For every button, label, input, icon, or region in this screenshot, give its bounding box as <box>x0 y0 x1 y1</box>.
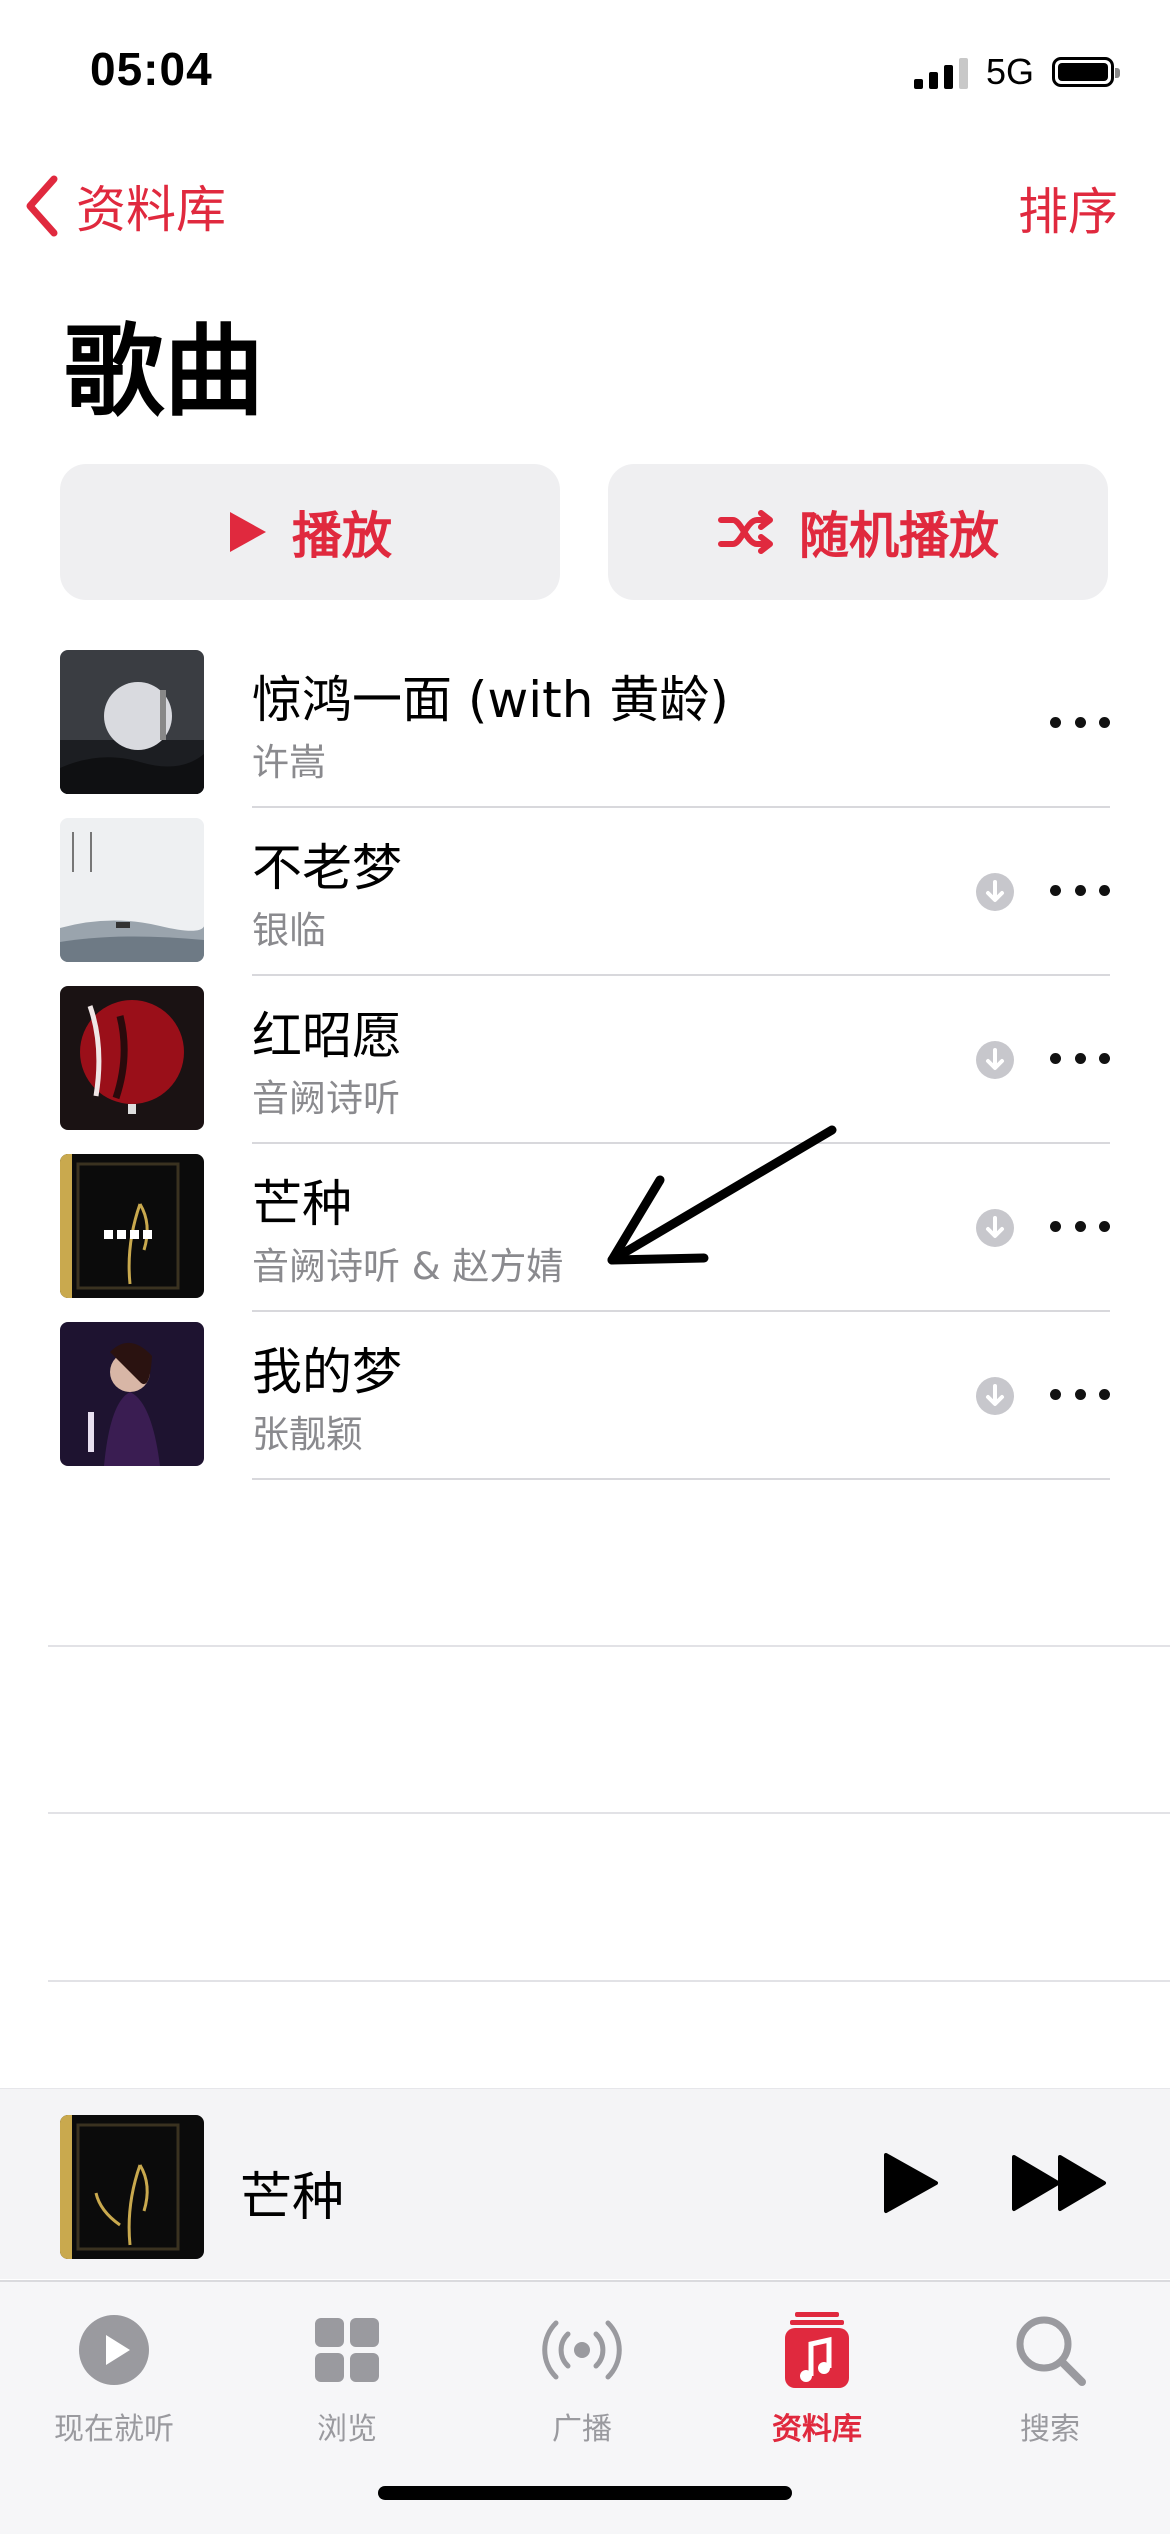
song-title: 芒种 <box>252 1175 352 1233</box>
shuffle-label: 随机播放 <box>799 507 999 565</box>
album-art <box>60 650 204 794</box>
network-type: 5G <box>985 51 1034 92</box>
more-options-icon[interactable] <box>1050 702 1110 742</box>
radio-icon <box>542 2320 622 2380</box>
song-artist: 音阙诗听 <box>252 1077 400 1120</box>
now-playing-title: 芒种 <box>240 2168 345 2228</box>
empty-row-divider <box>48 1812 1170 1814</box>
battery-icon <box>1052 57 1120 87</box>
album-art <box>60 1322 204 1466</box>
tab-label: 搜索 <box>1020 2412 1080 2447</box>
play-icon[interactable] <box>880 2151 940 2215</box>
back-label: 资料库 <box>76 181 226 239</box>
song-title: 我的梦 <box>252 1343 402 1401</box>
song-row[interactable]: 不老梦 银临 <box>0 808 1170 976</box>
now-playing-art <box>60 2115 204 2259</box>
tab-search[interactable]: 搜索 <box>950 2302 1150 2448</box>
empty-row-divider <box>48 1645 1170 1647</box>
fast-forward-icon[interactable] <box>1010 2151 1110 2215</box>
shuffle-icon <box>718 510 773 554</box>
annotation-arrow <box>607 1125 837 1265</box>
song-row[interactable]: 我的梦 张靓颖 <box>0 1312 1170 1480</box>
song-artist: 许嵩 <box>252 741 326 784</box>
back-button[interactable]: 资料库 <box>24 170 226 242</box>
more-options-icon[interactable] <box>1050 870 1110 910</box>
song-title: 不老梦 <box>252 839 402 897</box>
download-icon[interactable] <box>975 1208 1015 1248</box>
cellular-signal-icon <box>913 55 968 89</box>
play-all-button[interactable]: 播放 <box>60 464 560 600</box>
song-row[interactable]: 芒种 音阙诗听 & 赵方婧 <box>0 1144 1170 1312</box>
album-art <box>60 986 204 1130</box>
more-options-icon[interactable] <box>1050 1206 1110 1246</box>
song-row[interactable]: 惊鸿一面 (with 黄龄) 许嵩 <box>0 640 1170 808</box>
tab-label: 浏览 <box>317 2412 377 2447</box>
grid-icon <box>315 2318 379 2382</box>
empty-row-divider <box>48 1980 1170 1982</box>
status-indicators: 5G <box>913 48 1120 96</box>
song-artist: 张靓颖 <box>252 1413 363 1456</box>
tab-listen-now[interactable]: 现在就听 <box>14 2302 214 2448</box>
play-icon <box>230 512 266 552</box>
download-icon[interactable] <box>975 1376 1015 1416</box>
download-icon[interactable] <box>975 1040 1015 1080</box>
tab-label: 现在就听 <box>54 2412 174 2447</box>
tab-label: 资料库 <box>772 2412 862 2447</box>
search-icon <box>1016 2316 1086 2386</box>
album-art <box>60 1154 204 1298</box>
page-title: 歌曲 <box>64 313 264 430</box>
tab-library[interactable]: 资料库 <box>717 2302 917 2448</box>
tab-radio[interactable]: 广播 <box>482 2302 682 2448</box>
music-library-icon <box>785 2312 849 2388</box>
play-all-label: 播放 <box>292 507 392 565</box>
tab-label: 广播 <box>552 2412 612 2447</box>
more-options-icon[interactable] <box>1050 1374 1110 1414</box>
song-row[interactable]: 红昭愿 音阙诗听 <box>0 976 1170 1144</box>
status-time: 05:04 <box>90 43 213 95</box>
song-artist: 银临 <box>252 909 326 952</box>
song-title: 红昭愿 <box>252 1007 402 1065</box>
home-indicator[interactable] <box>378 2486 792 2500</box>
mini-player[interactable]: 芒种 <box>0 2088 1170 2279</box>
row-divider <box>252 1478 1110 1480</box>
tab-browse[interactable]: 浏览 <box>247 2302 447 2448</box>
chevron-left-icon <box>26 175 58 237</box>
song-title: 惊鸿一面 (with 黄龄) <box>252 671 729 729</box>
sort-button[interactable]: 排序 <box>1018 172 1118 244</box>
more-options-icon[interactable] <box>1050 1038 1110 1078</box>
download-icon[interactable] <box>975 872 1015 912</box>
album-art <box>60 818 204 962</box>
play-circle-icon <box>79 2315 149 2385</box>
shuffle-button[interactable]: 随机播放 <box>608 464 1108 600</box>
song-artist: 音阙诗听 & 赵方婧 <box>252 1245 564 1288</box>
